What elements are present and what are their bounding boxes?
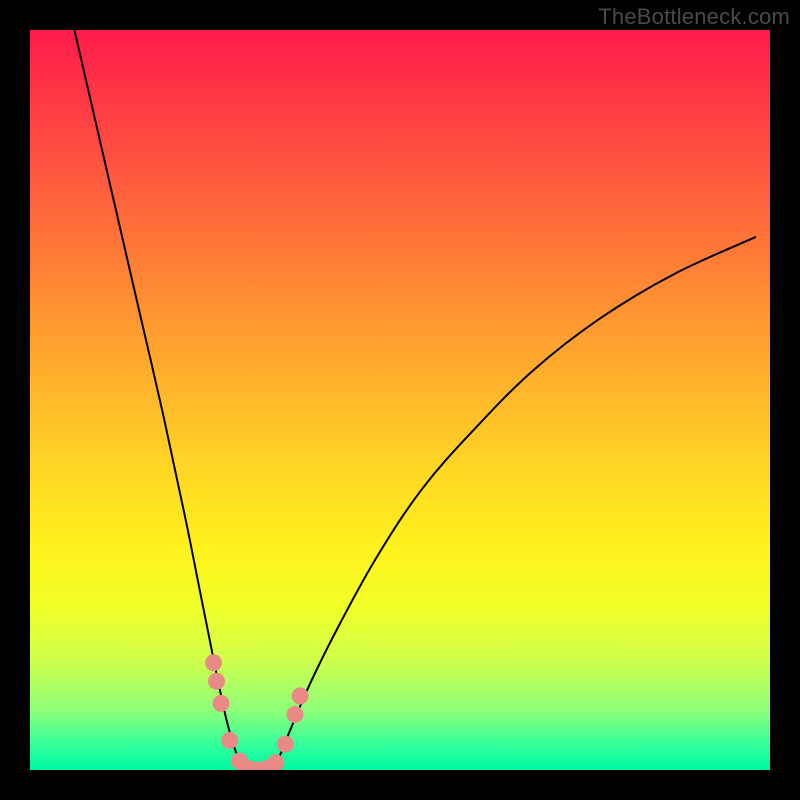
curve-layer xyxy=(30,30,770,770)
marker-dot xyxy=(208,673,225,690)
curve-right-curve xyxy=(274,237,755,770)
marker-dot xyxy=(212,695,229,712)
watermark-text: TheBottleneck.com xyxy=(598,4,790,30)
marker-dot xyxy=(205,654,222,671)
marker-dot xyxy=(221,732,238,749)
marker-dot xyxy=(267,754,284,770)
marker-dot xyxy=(292,688,309,705)
marker-dot xyxy=(277,736,294,753)
chart-frame: TheBottleneck.com xyxy=(0,0,800,800)
plot-area xyxy=(30,30,770,770)
marker-dot xyxy=(286,706,303,723)
